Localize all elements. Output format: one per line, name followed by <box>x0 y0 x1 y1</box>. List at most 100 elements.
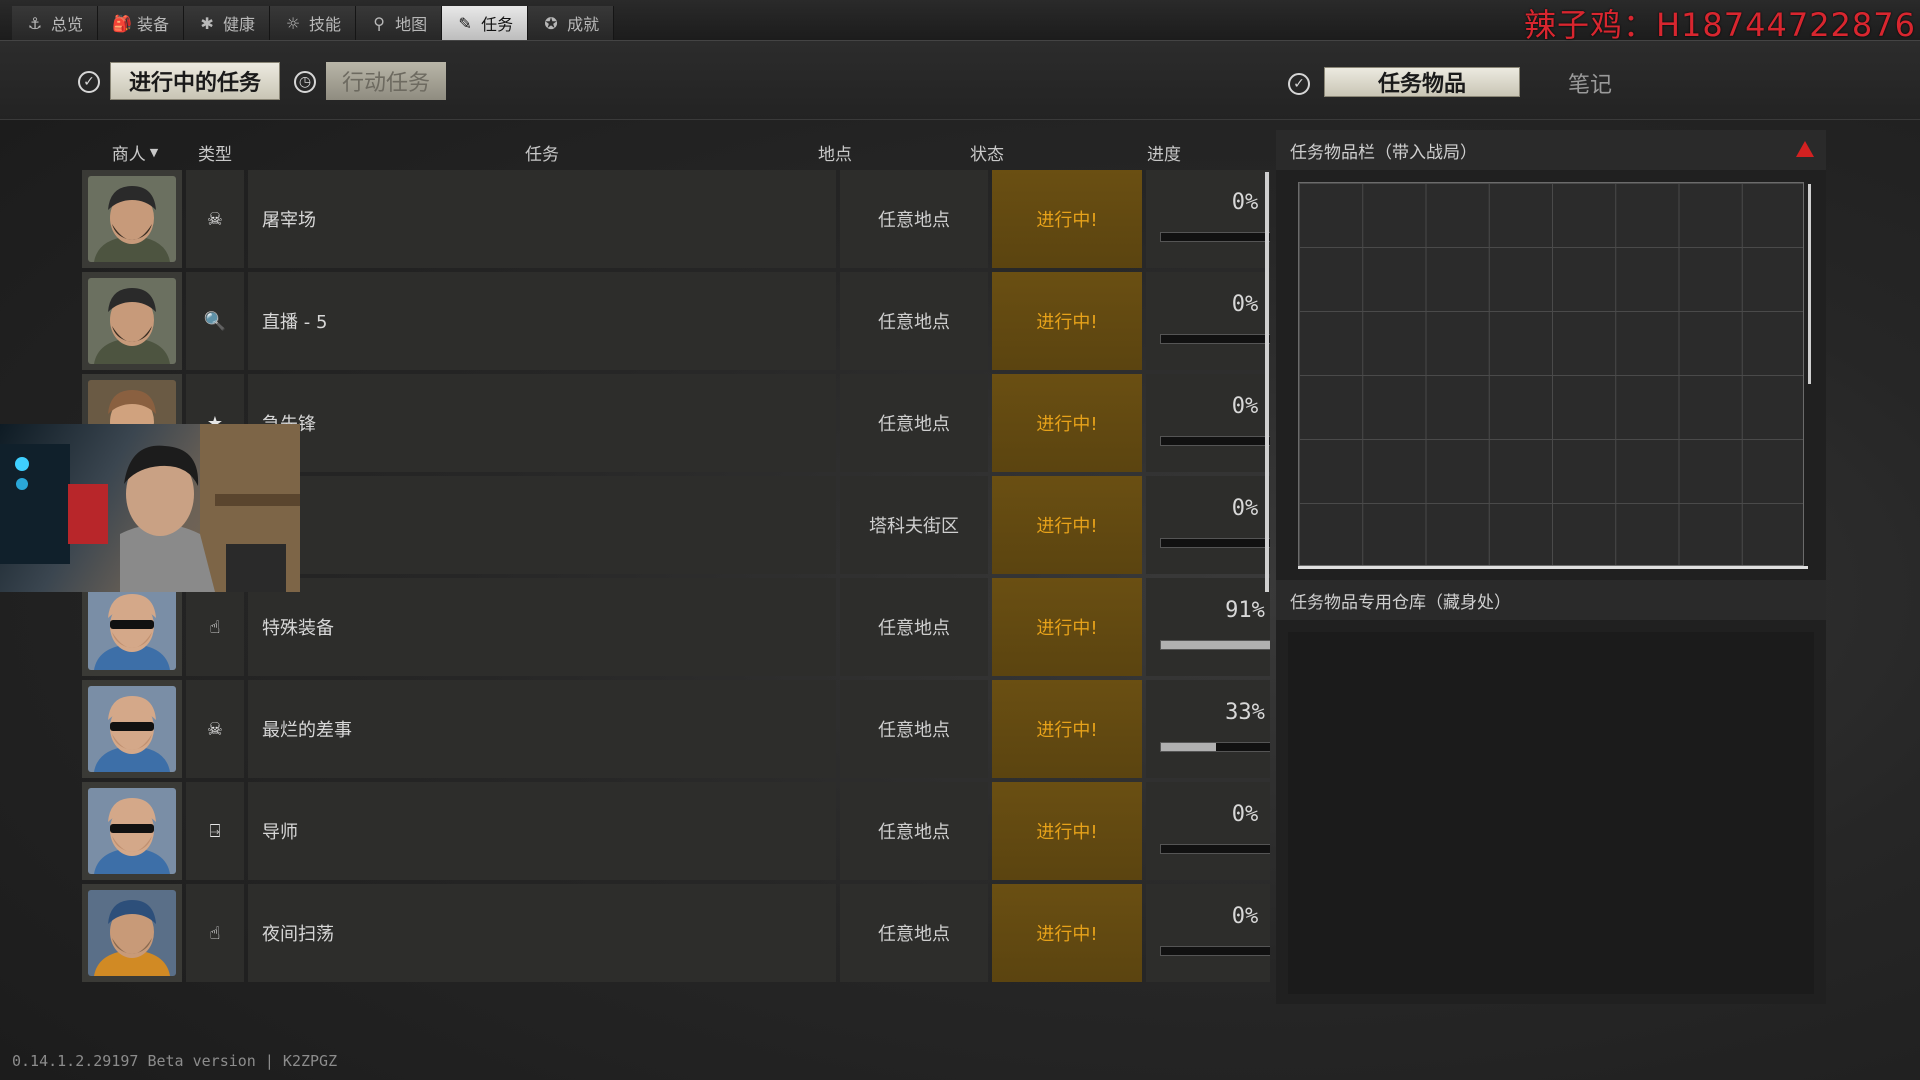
progress-percent: 0% <box>1231 394 1259 419</box>
prapor-portrait-icon <box>88 584 176 670</box>
trader-avatar-cell[interactable] <box>82 170 182 268</box>
quest-name[interactable]: 直播 - 5 <box>248 272 836 370</box>
notes-tab[interactable]: 笔记 <box>1568 67 1612 99</box>
trader-avatar-cell[interactable] <box>82 272 182 370</box>
stream-watermark: 辣子鸡：H18744722876 <box>1523 6 1916 44</box>
quest-location: 任意地点 <box>840 170 988 268</box>
jaeger-portrait-icon <box>88 278 176 364</box>
gear-icon: 🎒 <box>112 13 132 33</box>
column-header-progress[interactable]: 进度 <box>1064 130 1264 174</box>
column-label: 商人 <box>111 144 146 165</box>
trader-avatar <box>88 890 176 976</box>
quest-row[interactable]: 🔍 直播 - 5 任意地点 进行中! 0% <box>82 272 1270 370</box>
chevron-down-icon: ▼ <box>149 145 159 159</box>
quest-location: 任意地点 <box>840 578 988 676</box>
progress-bar <box>1160 538 1270 548</box>
tab-achievements[interactable]: ✪ 成就 <box>528 6 615 40</box>
progress-percent: 91% <box>1225 598 1265 623</box>
grid-divider <box>1298 566 1808 569</box>
quest-type-cell: ☠ <box>186 680 244 778</box>
quest-row[interactable]: ☠ 屠宰场 任意地点 进行中! 0% <box>82 170 1270 268</box>
tab-label: 技能 <box>309 15 342 34</box>
progress-bar <box>1160 232 1270 242</box>
quest-status: 进行中! <box>992 272 1142 370</box>
streamer-video-icon <box>0 424 300 592</box>
tab-map[interactable]: ⚲ 地图 <box>356 6 443 40</box>
progress-bar <box>1160 844 1270 854</box>
quest-name[interactable]: 特殊装备 <box>248 578 836 676</box>
trader-avatar-cell[interactable] <box>82 782 182 880</box>
quest-location: 任意地点 <box>840 374 988 472</box>
column-header-location[interactable]: 地点 <box>760 130 910 174</box>
tab-gear[interactable]: 🎒 装备 <box>98 6 185 40</box>
active-tasks-button[interactable]: 进行中的任务 <box>110 62 280 100</box>
quest-row[interactable]: ☝ 夜间扫荡 任意地点 进行中! 0% <box>82 884 1270 982</box>
grid-scrollbar[interactable] <box>1808 184 1811 384</box>
progress-bar <box>1160 436 1270 446</box>
column-header-trader[interactable]: 商人 ▼ <box>100 130 170 174</box>
skills-icon: ☼ <box>285 13 301 33</box>
quest-row[interactable]: ☠ 最烂的差事 任意地点 进行中! 33% <box>82 680 1270 778</box>
quest-stash-header: 任务物品专用仓库（藏身处） <box>1276 580 1826 620</box>
quest-type-cell: ☝ <box>186 578 244 676</box>
tab-health[interactable]: ✱ 健康 <box>184 6 271 40</box>
clock-icon: ◷ <box>294 71 316 93</box>
column-header-status[interactable]: 状态 <box>910 130 1064 174</box>
progress-percent: 0% <box>1231 190 1259 215</box>
action-tasks-button[interactable]: 行动任务 <box>326 62 446 100</box>
tab-skills[interactable]: ☼ 技能 <box>270 6 357 40</box>
quest-status: 进行中! <box>992 578 1142 676</box>
quest-status: 进行中! <box>992 680 1142 778</box>
quest-name[interactable]: 夜间扫荡 <box>248 884 836 982</box>
quest-progress-cell: 0% <box>1146 782 1270 880</box>
column-header-type[interactable]: 类型 <box>186 130 244 174</box>
quest-name[interactable]: 最烂的差事 <box>248 680 836 778</box>
trader-avatar <box>88 788 176 874</box>
quest-progress-cell: 0% <box>1146 272 1270 370</box>
quest-name[interactable]: 导师 <box>248 782 836 880</box>
tab-label: 总览 <box>51 15 84 34</box>
nav-tabs: ⚓ 总览 🎒 装备 ✱ 健康 ☼ 技能 ⚲ 地图 ✎ 任务 ✪ 成就 <box>12 6 615 40</box>
version-label: 0.14.1.2.29197 Beta version | K2ZPGZ <box>12 1052 338 1070</box>
progress-bar <box>1160 742 1270 752</box>
quest-items-grid[interactable] <box>1298 182 1804 566</box>
webcam-overlay <box>0 424 300 592</box>
quest-name[interactable]: 的门 <box>248 476 836 574</box>
skull-icon: ☠ <box>206 208 224 230</box>
column-header-task[interactable]: 任务 <box>248 130 836 174</box>
trader-avatar <box>88 686 176 772</box>
quest-items-panel: 任务物品栏（带入战局） 任务物品专用仓库（藏身处） <box>1276 130 1826 1004</box>
quest-type-cell: ☝ <box>186 884 244 982</box>
quest-name[interactable]: 急先锋 <box>248 374 836 472</box>
warning-icon <box>1796 141 1814 157</box>
quest-row[interactable]: ☝ 特殊装备 任意地点 进行中! 91% <box>82 578 1270 676</box>
quest-status: 进行中! <box>992 476 1142 574</box>
quest-items-bar-header: 任务物品栏（带入战局） <box>1276 130 1826 170</box>
quest-list-scrollbar[interactable] <box>1265 172 1269 592</box>
progress-bar <box>1160 334 1270 344</box>
quest-items-bar-title: 任务物品栏（带入战局） <box>1290 142 1477 163</box>
quest-location: 任意地点 <box>840 782 988 880</box>
hand-icon: ☝ <box>209 922 221 944</box>
progress-percent: 33% <box>1225 700 1265 725</box>
quest-name[interactable]: 屠宰场 <box>248 170 836 268</box>
quest-stash-area[interactable] <box>1288 632 1814 994</box>
skull-icon: ☠ <box>206 718 224 740</box>
trader-avatar <box>88 584 176 670</box>
quest-location: 塔科夫街区 <box>840 476 988 574</box>
trader-avatar-cell[interactable] <box>82 884 182 982</box>
quest-status: 进行中! <box>992 170 1142 268</box>
progress-percent: 0% <box>1231 904 1259 929</box>
quest-progress-cell: 0% <box>1146 476 1270 574</box>
quest-row[interactable]: ⍈ 导师 任意地点 进行中! 0% <box>82 782 1270 880</box>
quest-status: 进行中! <box>992 782 1142 880</box>
tab-label: 成就 <box>567 15 600 34</box>
tab-overview[interactable]: ⚓ 总览 <box>12 6 99 40</box>
quest-items-tab[interactable]: 任务物品 <box>1324 67 1520 97</box>
trader-avatar-cell[interactable] <box>82 680 182 778</box>
tab-tasks[interactable]: ✎ 任务 <box>442 6 529 40</box>
quest-progress-cell: 0% <box>1146 884 1270 982</box>
exit-icon: ⍈ <box>209 820 221 842</box>
trader-avatar-cell[interactable] <box>82 578 182 676</box>
quest-status: 进行中! <box>992 374 1142 472</box>
